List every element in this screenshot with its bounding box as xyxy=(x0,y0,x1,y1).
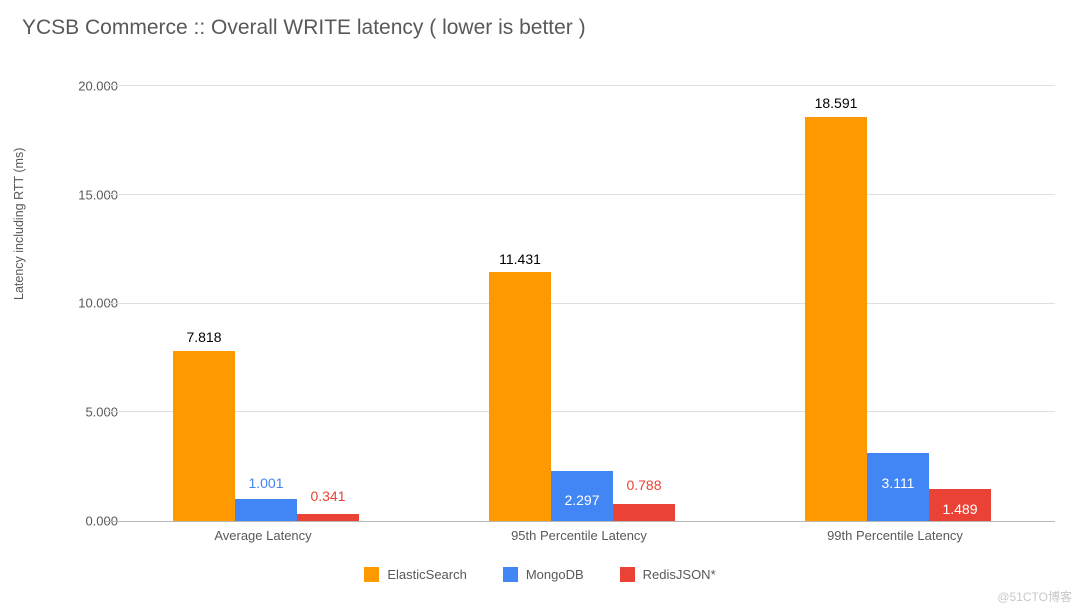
value-es-p99: 18.591 xyxy=(786,95,886,111)
category-label-p99: 99th Percentile Latency xyxy=(737,528,1053,543)
legend-item-es: ElasticSearch xyxy=(364,567,466,582)
plot-area: 7.818 1.001 0.341 11.431 2.297 0.788 18.… xyxy=(105,86,1055,522)
category-label-average: Average Latency xyxy=(105,528,421,543)
value-es-p95: 11.431 xyxy=(470,251,570,267)
y-axis-label: Latency including RTT (ms) xyxy=(12,148,26,300)
legend-item-md: MongoDB xyxy=(503,567,584,582)
bar-rj-average xyxy=(297,514,359,521)
legend-swatch-es xyxy=(364,567,379,582)
watermark: @51CTO博客 xyxy=(997,588,1072,605)
bar-group-average: 7.818 1.001 0.341 xyxy=(105,86,421,521)
bar-es-average xyxy=(173,351,235,521)
legend-swatch-md xyxy=(503,567,518,582)
bar-group-p95: 11.431 2.297 0.788 xyxy=(421,86,737,521)
value-rj-p99: 1.489 xyxy=(910,501,1010,517)
bar-es-p99 xyxy=(805,117,867,521)
legend-swatch-rj xyxy=(620,567,635,582)
bar-es-p95 xyxy=(489,272,551,521)
legend-item-rj: RedisJSON* xyxy=(620,567,716,582)
bar-rj-p95 xyxy=(613,504,675,521)
bar-group-p99: 18.591 3.111 1.489 xyxy=(737,86,1053,521)
legend: ElasticSearch MongoDB RedisJSON* xyxy=(0,567,1080,582)
category-label-p95: 95th Percentile Latency xyxy=(421,528,737,543)
legend-label-rj: RedisJSON* xyxy=(643,567,716,582)
value-rj-average: 0.341 xyxy=(278,488,378,504)
legend-label-md: MongoDB xyxy=(526,567,584,582)
value-rj-p95: 0.788 xyxy=(594,477,694,493)
chart-title: YCSB Commerce :: Overall WRITE latency (… xyxy=(22,16,586,40)
value-es-average: 7.818 xyxy=(154,329,254,345)
legend-label-es: ElasticSearch xyxy=(387,567,466,582)
